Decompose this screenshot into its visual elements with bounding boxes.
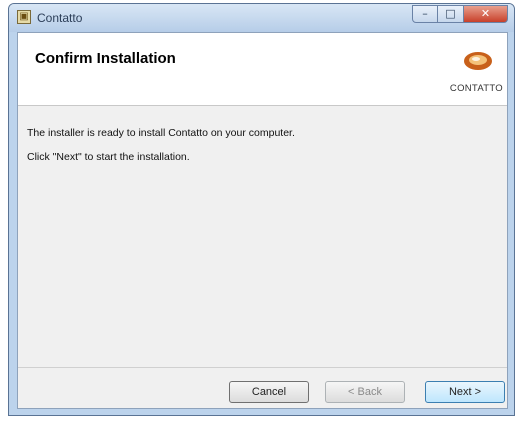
- maximize-button[interactable]: □: [438, 5, 464, 23]
- ready-message: The installer is ready to install Contat…: [27, 127, 295, 139]
- window-title: Contatto: [37, 11, 83, 25]
- contatto-logo-icon: [464, 52, 492, 70]
- title-bar[interactable]: ▣ Contatto – □ ✕: [9, 4, 514, 32]
- installer-window: ▣ Contatto – □ ✕ Confirm Installation CO…: [8, 3, 515, 416]
- minimize-button[interactable]: –: [412, 5, 438, 23]
- window-controls: – □ ✕: [412, 5, 508, 24]
- wizard-header: Confirm Installation CONTATTO: [18, 33, 507, 106]
- instruction-message: Click "Next" to start the installation.: [27, 151, 190, 163]
- footer-divider: [18, 367, 507, 368]
- app-icon: ▣: [17, 10, 31, 24]
- logo-text: CONTATTO: [449, 83, 503, 94]
- back-button[interactable]: < Back: [325, 381, 405, 403]
- wizard-content: Confirm Installation CONTATTO The instal…: [17, 32, 508, 409]
- cancel-button[interactable]: Cancel: [229, 381, 309, 403]
- next-button[interactable]: Next >: [425, 381, 505, 403]
- page-title: Confirm Installation: [35, 50, 176, 67]
- close-button[interactable]: ✕: [464, 5, 508, 23]
